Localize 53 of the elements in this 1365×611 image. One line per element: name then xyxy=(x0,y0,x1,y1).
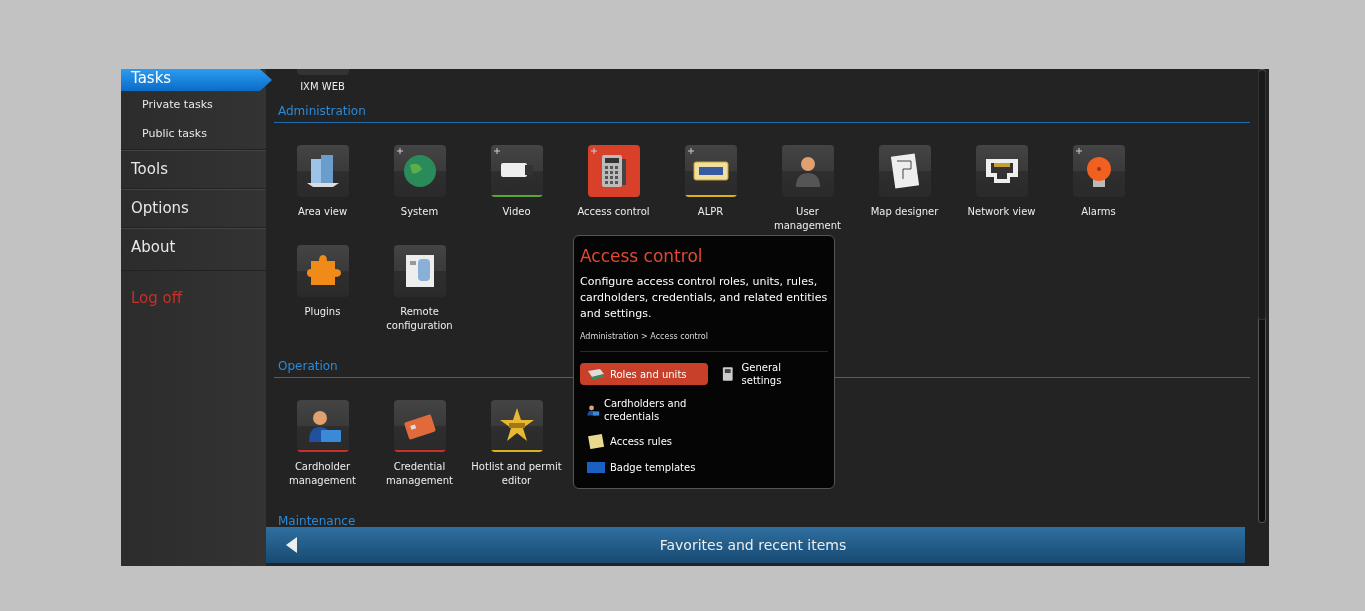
tile-label: Cardholder management xyxy=(288,460,357,488)
tile-label: Remote configuration xyxy=(385,305,454,333)
tile-icon-box[interactable] xyxy=(878,145,931,197)
plus-icon xyxy=(687,148,694,154)
plus-icon xyxy=(396,148,403,154)
tile-label: Hotlist and permit editor xyxy=(470,460,563,488)
tile-label: Video xyxy=(501,205,532,219)
sidebar-item[interactable]: Public tasks xyxy=(121,120,266,149)
tile-icon-box[interactable] xyxy=(684,145,737,197)
tile-icon-box[interactable] xyxy=(490,145,543,197)
tile-icon-box[interactable] xyxy=(296,400,349,452)
tile-label: Map designer xyxy=(869,205,940,219)
tile-icon-box[interactable] xyxy=(490,400,543,452)
popup-menu-item[interactable]: Access rules xyxy=(580,430,708,452)
tile-label: IXM WEB xyxy=(300,81,345,92)
plus-icon xyxy=(1075,148,1082,154)
tile-label: Plugins xyxy=(303,305,342,319)
section-heading: Administration xyxy=(274,92,1250,123)
cardholder-icon xyxy=(586,402,600,418)
scrollbar-thumb[interactable] xyxy=(1258,70,1266,320)
sidebar-item[interactable]: Tasks xyxy=(121,69,272,91)
tile-label: Access control xyxy=(576,205,651,219)
tile-label: Network view xyxy=(966,205,1037,219)
note-icon xyxy=(586,433,606,449)
popup-description: Configure access control roles, units, rules, cardholders, credentials, and related entities and settings. xyxy=(580,274,828,322)
tile-icon-box[interactable] xyxy=(587,145,640,197)
tile-label: Credential management xyxy=(385,460,454,488)
breadcrumb: Administration > Access control xyxy=(580,332,828,352)
popup-title: Access control xyxy=(580,246,704,266)
tile-label: ALPR xyxy=(696,205,725,219)
tile-label: System xyxy=(399,205,440,219)
scrollbar[interactable] xyxy=(1258,69,1266,523)
tile-icon-box[interactable] xyxy=(393,145,446,197)
tile-icon-box[interactable] xyxy=(296,245,349,297)
bottom-bar-title: Favorites and recent items xyxy=(658,537,848,553)
tile-icon-box[interactable] xyxy=(393,245,446,297)
tile-label: Area view xyxy=(296,205,349,219)
popup-menu-item[interactable]: Cardholders and credentials xyxy=(580,394,708,426)
tile-label: User management xyxy=(773,205,842,233)
tile-icon-box[interactable] xyxy=(781,145,834,197)
badge-template-icon xyxy=(586,459,606,475)
tile-label: Alarms xyxy=(1080,205,1117,219)
plus-icon xyxy=(493,148,500,154)
popup-menu-item[interactable]: Roles and units xyxy=(580,363,708,385)
sidebar-item[interactable]: Private tasks xyxy=(121,91,266,120)
tile-icon-box[interactable] xyxy=(1072,145,1125,197)
plus-icon xyxy=(590,148,597,154)
tile-icon-box[interactable] xyxy=(393,400,446,452)
tile-icon-box[interactable] xyxy=(296,145,349,197)
popup-menu-item[interactable]: Badge templates xyxy=(580,456,708,478)
back-arrow-icon[interactable] xyxy=(286,537,297,553)
tile-icon-box[interactable] xyxy=(296,69,349,75)
tile-icon-box[interactable] xyxy=(975,145,1028,197)
